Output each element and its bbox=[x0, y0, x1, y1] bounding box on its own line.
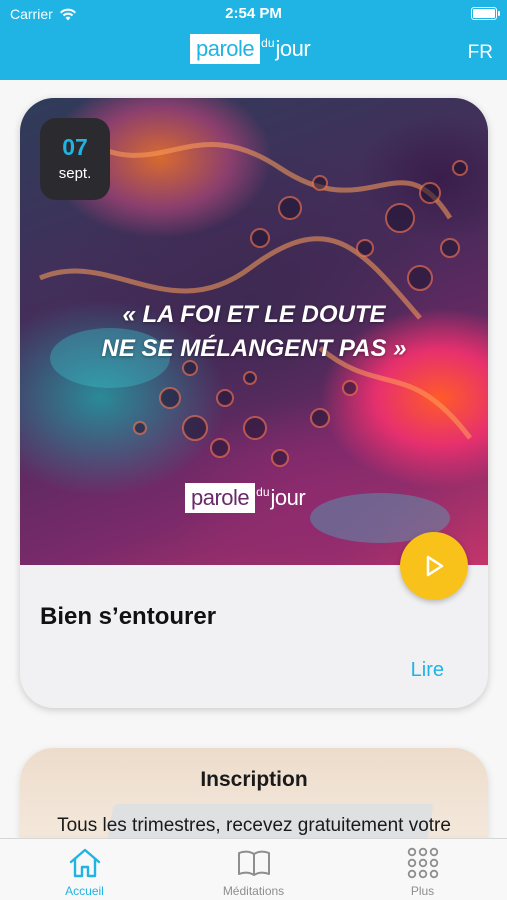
tab-bar: Accueil Méditations Plus bbox=[0, 838, 507, 900]
featured-image: 07 sept. « LA FOI ET LE DOUTE NE SE MÉLA… bbox=[20, 98, 488, 565]
read-button[interactable]: Lire bbox=[411, 659, 444, 682]
tab-home-label: Accueil bbox=[65, 884, 104, 898]
signup-title: Inscription bbox=[200, 768, 308, 791]
status-bar: Carrier 2:54 PM bbox=[0, 0, 507, 28]
grid-icon bbox=[407, 847, 438, 879]
tab-more-label: Plus bbox=[410, 884, 435, 898]
featured-card[interactable]: 07 sept. « LA FOI ET LE DOUTE NE SE MÉLA… bbox=[20, 98, 488, 708]
play-icon bbox=[426, 555, 444, 577]
date-day: 07 bbox=[62, 134, 88, 160]
language-switch[interactable]: FR bbox=[468, 42, 493, 64]
date-badge: 07 sept. bbox=[40, 118, 110, 200]
tab-home[interactable]: Accueil bbox=[0, 845, 169, 898]
featured-quote: « LA FOI ET LE DOUTE NE SE MÉLANGENT PAS… bbox=[20, 298, 488, 366]
image-logo-du: du bbox=[256, 485, 270, 499]
play-button[interactable] bbox=[400, 532, 468, 600]
tab-meditations[interactable]: Méditations bbox=[169, 845, 338, 898]
book-icon bbox=[237, 850, 270, 876]
tab-meditations-label: Méditations bbox=[222, 884, 285, 898]
image-logo-parole: parole bbox=[185, 483, 256, 513]
app-header: Carrier 2:54 PM parole du jour FR bbox=[0, 0, 507, 80]
image-logo: parole du jour bbox=[185, 483, 306, 513]
signup-text: Tous les trimestres, recevez gratuitemen… bbox=[57, 815, 451, 836]
tab-more[interactable]: Plus bbox=[338, 845, 507, 898]
quote-line-2: NE SE MÉLANGENT PAS » bbox=[101, 335, 407, 362]
home-icon bbox=[69, 848, 100, 878]
image-logo-jour: jour bbox=[270, 485, 306, 510]
date-month: sept. bbox=[58, 165, 92, 182]
app-logo: parole du jour bbox=[190, 33, 311, 65]
battery-icon bbox=[471, 7, 500, 20]
logo-jour: jour bbox=[275, 36, 311, 61]
logo-du: du bbox=[261, 36, 275, 50]
quote-line-1: « LA FOI ET LE DOUTE bbox=[122, 301, 386, 328]
logo-parole: parole bbox=[190, 34, 261, 64]
meditation-title: Bien s’entourer bbox=[40, 603, 217, 630]
status-time: 2:54 PM bbox=[225, 5, 282, 22]
